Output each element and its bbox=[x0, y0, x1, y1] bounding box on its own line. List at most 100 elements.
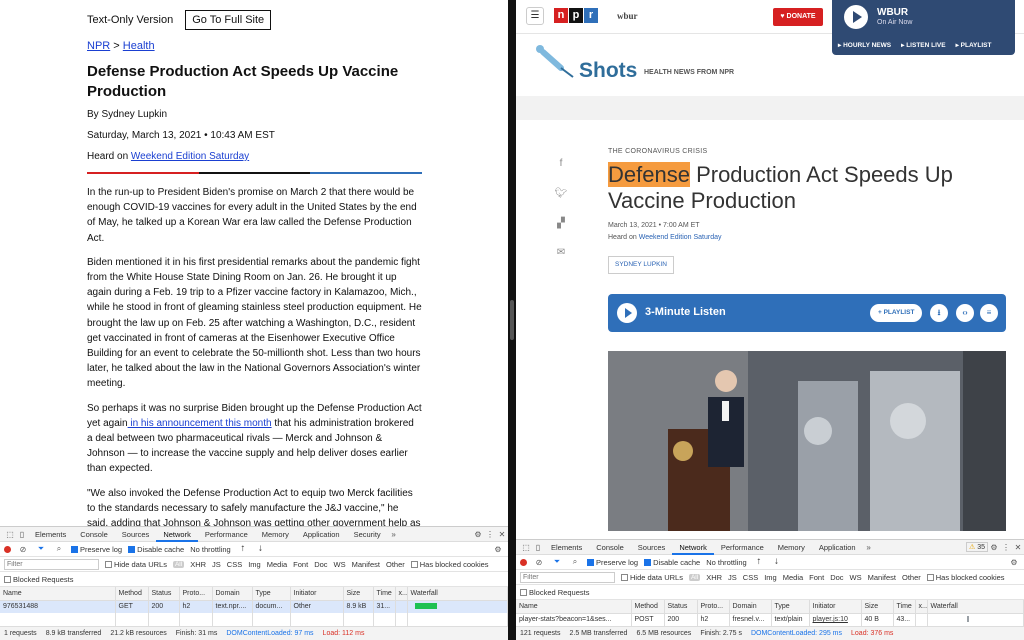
download-icon[interactable]: ⭣ bbox=[771, 557, 783, 567]
throttling-select[interactable]: No throttling bbox=[706, 558, 746, 567]
announcement-link[interactable]: in his announcement this month bbox=[128, 418, 271, 429]
device-toggle-icon[interactable]: ▯ bbox=[16, 530, 28, 539]
go-to-full-site-button[interactable]: Go To Full Site bbox=[185, 10, 272, 30]
blocked-requests-checkbox[interactable]: Blocked Requests bbox=[520, 588, 589, 597]
tab-elements[interactable]: Elements bbox=[544, 540, 589, 555]
author-button[interactable]: SYDNEY LUPKIN bbox=[608, 256, 674, 274]
has-blocked-cookies-checkbox[interactable]: Has blocked cookies bbox=[410, 560, 489, 569]
col-size[interactable]: Size bbox=[343, 587, 374, 601]
throttling-select[interactable]: No throttling bbox=[190, 545, 230, 554]
disable-cache-checkbox[interactable]: Disable cache bbox=[128, 545, 184, 554]
breadcrumb-npr-link[interactable]: NPR bbox=[87, 40, 110, 52]
upload-icon[interactable]: ⭡ bbox=[753, 557, 765, 567]
disable-cache-checkbox[interactable]: Disable cache bbox=[644, 558, 700, 567]
program-link[interactable]: Weekend Edition Saturday bbox=[131, 151, 249, 162]
window-split-divider[interactable] bbox=[508, 0, 516, 640]
type-filter-js[interactable]: JS bbox=[728, 573, 737, 582]
filter-input[interactable] bbox=[520, 571, 615, 583]
col-initiator[interactable]: Initiator bbox=[809, 600, 862, 614]
download-icon[interactable]: ⭳ bbox=[930, 304, 948, 322]
tab-sources[interactable]: Sources bbox=[631, 540, 673, 555]
col-type[interactable]: Type bbox=[771, 600, 810, 614]
type-filter-js[interactable]: JS bbox=[212, 560, 221, 569]
type-filter-other[interactable]: Other bbox=[902, 573, 921, 582]
filter-icon[interactable]: ⏷ bbox=[551, 557, 563, 567]
type-filter-css[interactable]: CSS bbox=[227, 560, 242, 569]
divider-grip[interactable] bbox=[510, 300, 514, 340]
col-protocol[interactable]: Proto... bbox=[697, 600, 730, 614]
filter-icon[interactable]: ⏷ bbox=[35, 544, 47, 554]
type-filter-ws[interactable]: WS bbox=[850, 573, 862, 582]
add-to-playlist-button[interactable]: + PLAYLIST bbox=[870, 304, 923, 322]
type-filter-manifest[interactable]: Manifest bbox=[352, 560, 380, 569]
tab-memory[interactable]: Memory bbox=[771, 540, 812, 555]
col-time[interactable]: Time bbox=[373, 587, 396, 601]
col-method[interactable]: Method bbox=[115, 587, 149, 601]
transcript-icon[interactable]: ≡ bbox=[980, 304, 998, 322]
col-type[interactable]: Type bbox=[252, 587, 291, 601]
tab-memory[interactable]: Memory bbox=[255, 527, 296, 542]
type-filter-img[interactable]: Img bbox=[248, 560, 261, 569]
col-extra[interactable]: x... bbox=[395, 587, 408, 601]
listen-live-link[interactable]: ▸ LISTEN LIVE bbox=[901, 41, 945, 49]
hourly-news-link[interactable]: ▸ HOURLY NEWS bbox=[838, 41, 891, 49]
tab-console[interactable]: Console bbox=[73, 527, 115, 542]
col-domain[interactable]: Domain bbox=[212, 587, 253, 601]
kebab-menu-icon[interactable]: ⋮ bbox=[484, 530, 496, 539]
search-icon[interactable]: ⌕ bbox=[53, 544, 65, 554]
preserve-log-checkbox[interactable]: Preserve log bbox=[71, 545, 122, 554]
type-filter-doc[interactable]: Doc bbox=[314, 560, 327, 569]
hide-data-urls-checkbox[interactable]: Hide data URLs bbox=[621, 573, 683, 582]
col-method[interactable]: Method bbox=[631, 600, 665, 614]
tab-sources[interactable]: Sources bbox=[115, 527, 157, 542]
twitter-icon[interactable]: 🐦︎ bbox=[554, 188, 568, 202]
col-extra[interactable]: x... bbox=[915, 600, 928, 614]
close-icon[interactable]: ✕ bbox=[1012, 543, 1024, 552]
network-settings-icon[interactable]: ⚙ bbox=[492, 545, 504, 554]
blocked-requests-checkbox[interactable]: Blocked Requests bbox=[4, 575, 73, 584]
hide-data-urls-checkbox[interactable]: Hide data URLs bbox=[105, 560, 167, 569]
play-audio-icon[interactable] bbox=[617, 303, 637, 323]
cell-initiator[interactable]: player.js:10 bbox=[809, 613, 862, 626]
tab-console[interactable]: Console bbox=[589, 540, 631, 555]
type-filter-all[interactable]: All bbox=[172, 560, 185, 568]
program-link[interactable]: Weekend Edition Saturday bbox=[639, 234, 722, 241]
has-blocked-cookies-checkbox[interactable]: Has blocked cookies bbox=[926, 573, 1005, 582]
col-size[interactable]: Size bbox=[861, 600, 894, 614]
npr-logo[interactable]: n p r bbox=[554, 8, 598, 23]
settings-gear-icon[interactable]: ⚙ bbox=[472, 530, 484, 539]
device-toggle-icon[interactable]: ▯ bbox=[532, 543, 544, 552]
col-status[interactable]: Status bbox=[664, 600, 698, 614]
type-filter-xhr[interactable]: XHR bbox=[190, 560, 206, 569]
tab-security[interactable]: Security bbox=[347, 527, 388, 542]
donate-button[interactable]: ♥ DONATE bbox=[773, 8, 823, 26]
type-filter-manifest[interactable]: Manifest bbox=[868, 573, 896, 582]
type-filter-doc[interactable]: Doc bbox=[830, 573, 843, 582]
col-domain[interactable]: Domain bbox=[729, 600, 772, 614]
menu-icon[interactable]: ☰ bbox=[526, 7, 544, 25]
record-icon[interactable] bbox=[520, 558, 527, 566]
col-status[interactable]: Status bbox=[148, 587, 180, 601]
tab-network[interactable]: Network bbox=[672, 540, 714, 555]
tab-elements[interactable]: Elements bbox=[28, 527, 73, 542]
playlist-link[interactable]: ▸ PLAYLIST bbox=[956, 41, 992, 49]
warnings-badge[interactable]: ⚠ 35 bbox=[965, 542, 988, 552]
wbur-logo[interactable]: wbur bbox=[617, 11, 638, 21]
type-filter-xhr[interactable]: XHR bbox=[706, 573, 722, 582]
more-tabs-icon[interactable]: » bbox=[388, 530, 400, 539]
type-filter-ws[interactable]: WS bbox=[334, 560, 346, 569]
tab-application[interactable]: Application bbox=[296, 527, 347, 542]
shots-blog-header[interactable]: Shots HEALTH NEWS FROM NPR bbox=[531, 42, 831, 84]
tab-application[interactable]: Application bbox=[812, 540, 863, 555]
type-filter-media[interactable]: Media bbox=[783, 573, 803, 582]
tab-performance[interactable]: Performance bbox=[198, 527, 255, 542]
col-name[interactable]: Name bbox=[516, 600, 632, 614]
kebab-menu-icon[interactable]: ⋮ bbox=[1000, 543, 1012, 552]
preserve-log-checkbox[interactable]: Preserve log bbox=[587, 558, 638, 567]
type-filter-all[interactable]: All bbox=[688, 573, 701, 581]
network-settings-icon[interactable]: ⚙ bbox=[1008, 558, 1020, 567]
more-tabs-icon[interactable]: » bbox=[863, 543, 875, 552]
table-row[interactable]: 976531488 GET 200 h2 text.npr.... docum.… bbox=[0, 600, 508, 613]
inspect-icon[interactable]: ⬚ bbox=[4, 530, 16, 539]
clear-icon[interactable]: ⊘ bbox=[533, 558, 545, 567]
